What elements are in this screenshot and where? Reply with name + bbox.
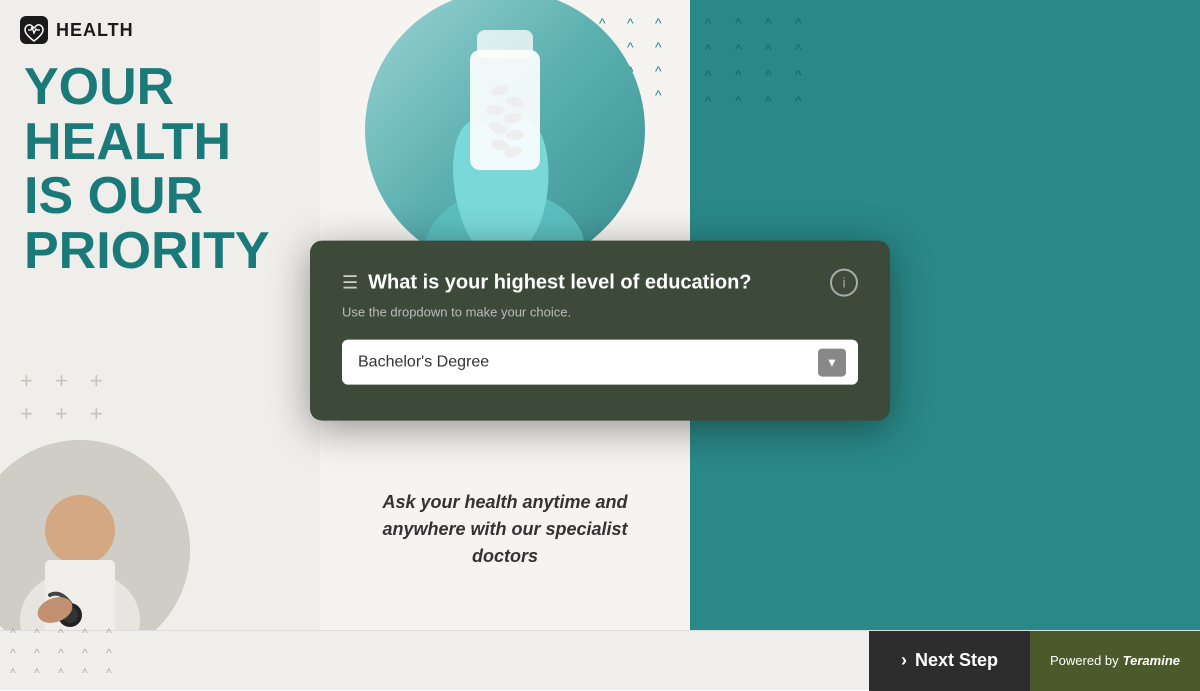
- headline: YOUR HEALTH IS OUR PRIORITY: [0, 60, 320, 278]
- headline-line4: PRIORITY: [24, 224, 296, 279]
- education-dropdown[interactable]: High School Diploma Associate's Degree B…: [342, 340, 858, 385]
- logo-text: HEALTH: [56, 20, 134, 41]
- list-icon: ☰: [342, 272, 358, 293]
- powered-by-brand: Teramine: [1123, 653, 1180, 668]
- plus-decorations: + + ++ + +: [20, 364, 111, 430]
- headline-line1: YOUR: [24, 60, 296, 115]
- next-arrow-icon: ›: [901, 650, 907, 671]
- modal-title-group: ☰ What is your highest level of educatio…: [342, 271, 752, 294]
- powered-by-area: Powered by Teramine: [1030, 631, 1200, 691]
- modal-header: ☰ What is your highest level of educatio…: [342, 269, 858, 297]
- education-dropdown-wrapper: High School Diploma Associate's Degree B…: [342, 340, 858, 385]
- bottom-tagline-text: Ask your health anytime and anywhere wit…: [365, 489, 645, 570]
- footer-bar: ^ ^ ^ ^ ^ ^ ^ ^ ^ ^ ^ ^ ^ ^ ^ › Next Ste…: [0, 630, 1200, 690]
- modal-title: What is your highest level of education?: [368, 271, 751, 294]
- info-icon[interactable]: i: [830, 269, 858, 297]
- modal-subtitle: Use the dropdown to make your choice.: [342, 305, 858, 320]
- bottom-chevrons: ^ ^ ^ ^ ^ ^ ^ ^ ^ ^ ^ ^ ^ ^ ^: [0, 616, 134, 690]
- doctor-image-circle: [0, 440, 190, 630]
- education-modal: ☰ What is your highest level of educatio…: [310, 241, 890, 421]
- headline-line3: IS OUR: [24, 169, 296, 224]
- logo-area: HEALTH: [0, 0, 320, 60]
- powered-by-prefix: Powered by: [1050, 653, 1119, 668]
- heartbeat-icon: [20, 16, 48, 44]
- bottom-tagline-area: Ask your health anytime and anywhere wit…: [365, 489, 645, 570]
- chevron-pattern-right: ^ ^ ^ ^ ^ ^ ^ ^ ^ ^ ^ ^ ^ ^ ^ ^: [690, 0, 830, 124]
- next-step-button[interactable]: › Next Step: [869, 631, 1030, 691]
- next-step-label: Next Step: [915, 650, 998, 671]
- left-panel: HEALTH YOUR HEALTH IS OUR PRIORITY + + +…: [0, 0, 320, 630]
- pill-bottle-circle: [365, 0, 645, 270]
- headline-line2: HEALTH: [24, 115, 296, 170]
